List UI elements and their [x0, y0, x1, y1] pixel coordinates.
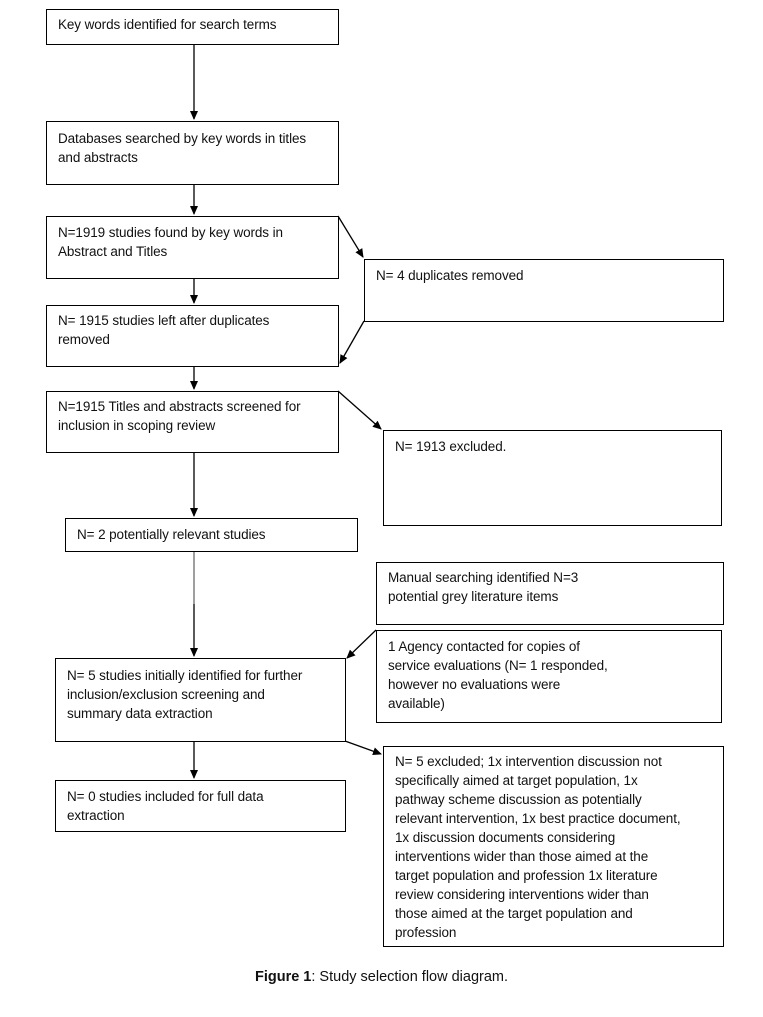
- box-excluded-5-line: review considering interventions wider t…: [395, 887, 649, 902]
- box-excluded-5-line: specifically aimed at target population,…: [395, 773, 638, 788]
- box-excluded-5-line: target population and profession 1x lite…: [395, 868, 658, 883]
- box-initially-identified-line: N= 5 studies initially identified for fu…: [67, 668, 303, 683]
- box-excluded-1913: N= 1913 excluded.: [383, 430, 722, 526]
- box-after-duplicates: N= 1915 studies left after duplicates re…: [46, 305, 339, 367]
- box-titles-screened-line: inclusion in scoping review: [58, 418, 216, 433]
- box-agency-contacted: 1 Agency contacted for copies of service…: [376, 630, 722, 723]
- box-potentially-relevant: N= 2 potentially relevant studies: [65, 518, 358, 552]
- box-included-full-extraction-line: N= 0 studies included for full data: [67, 789, 264, 804]
- arrow-agency-to-b7: [346, 629, 377, 659]
- box-studies-found: N=1919 studies found by key words in Abs…: [46, 216, 339, 279]
- arrow-b7-to-excluded-5: [344, 740, 382, 756]
- box-excluded-1913-line: N= 1913 excluded.: [395, 439, 507, 454]
- box-agency-contacted-line: available): [388, 696, 445, 711]
- box-manual-searching-line: Manual searching identified N=3: [388, 570, 579, 585]
- box-excluded-5-line: pathway scheme discussion as potentially: [395, 792, 642, 807]
- box-potentially-relevant-line: N= 2 potentially relevant studies: [77, 527, 266, 542]
- box-excluded-5-reasons: N= 5 excluded; 1x intervention discussio…: [383, 746, 724, 947]
- box-manual-searching: Manual searching identified N=3 potentia…: [376, 562, 724, 625]
- box-databases-searched-line: Databases searched by key words in title…: [58, 131, 307, 146]
- figure-caption: Figure 1: Study selection flow diagram.: [0, 967, 763, 987]
- box-included-full-extraction-line: extraction: [67, 808, 125, 823]
- box-agency-contacted-line: service evaluations (N= 1 responded,: [388, 658, 608, 673]
- box-excluded-5-line: those aimed at the target population and: [395, 906, 633, 921]
- box-excluded-5-line: profession: [395, 925, 457, 940]
- box-included-full-extraction: N= 0 studies included for full data extr…: [55, 780, 346, 832]
- box-initially-identified-line: inclusion/exclusion screening and: [67, 687, 265, 702]
- box-titles-screened-line: N=1915 Titles and abstracts screened for: [58, 399, 301, 414]
- box-keywords-line: Key words identified for search terms: [58, 17, 277, 32]
- box-duplicates-removed: N= 4 duplicates removed: [364, 259, 724, 322]
- figure-caption-label: Figure 1: [254, 969, 312, 985]
- box-duplicates-removed-line: N= 4 duplicates removed: [376, 268, 524, 283]
- box-after-duplicates-line: N= 1915 studies left after duplicates: [58, 313, 270, 328]
- arrow-duplicates-to-b4: [339, 320, 365, 364]
- figure-caption-text: : Study selection flow diagram.: [311, 969, 509, 985]
- arrow-b3-to-duplicates: [337, 215, 364, 258]
- box-excluded-5-line: interventions wider than those aimed at …: [395, 849, 649, 864]
- box-keywords: Key words identified for search terms: [46, 9, 339, 45]
- box-initially-identified: N= 5 studies initially identified for fu…: [55, 658, 346, 742]
- box-databases-searched: Databases searched by key words in title…: [46, 121, 339, 185]
- box-databases-searched-line: and abstracts: [58, 150, 138, 165]
- box-excluded-5-line: 1x discussion documents considering: [395, 830, 616, 845]
- arrow-b5-to-excluded: [337, 390, 382, 430]
- box-after-duplicates-line: removed: [58, 332, 110, 347]
- box-titles-screened: N=1915 Titles and abstracts screened for…: [46, 391, 339, 453]
- box-manual-searching-line: potential grey literature items: [388, 589, 559, 604]
- box-studies-found-line: N=1919 studies found by key words in: [58, 225, 283, 240]
- box-excluded-5-line: relevant intervention, 1x best practice …: [395, 811, 681, 826]
- box-studies-found-line: Abstract and Titles: [58, 244, 168, 259]
- box-agency-contacted-line: however no evaluations were: [388, 677, 561, 692]
- box-initially-identified-line: summary data extraction: [67, 706, 213, 721]
- box-excluded-5-line: N= 5 excluded; 1x intervention discussio…: [395, 754, 662, 769]
- box-agency-contacted-line: 1 Agency contacted for copies of: [388, 639, 580, 654]
